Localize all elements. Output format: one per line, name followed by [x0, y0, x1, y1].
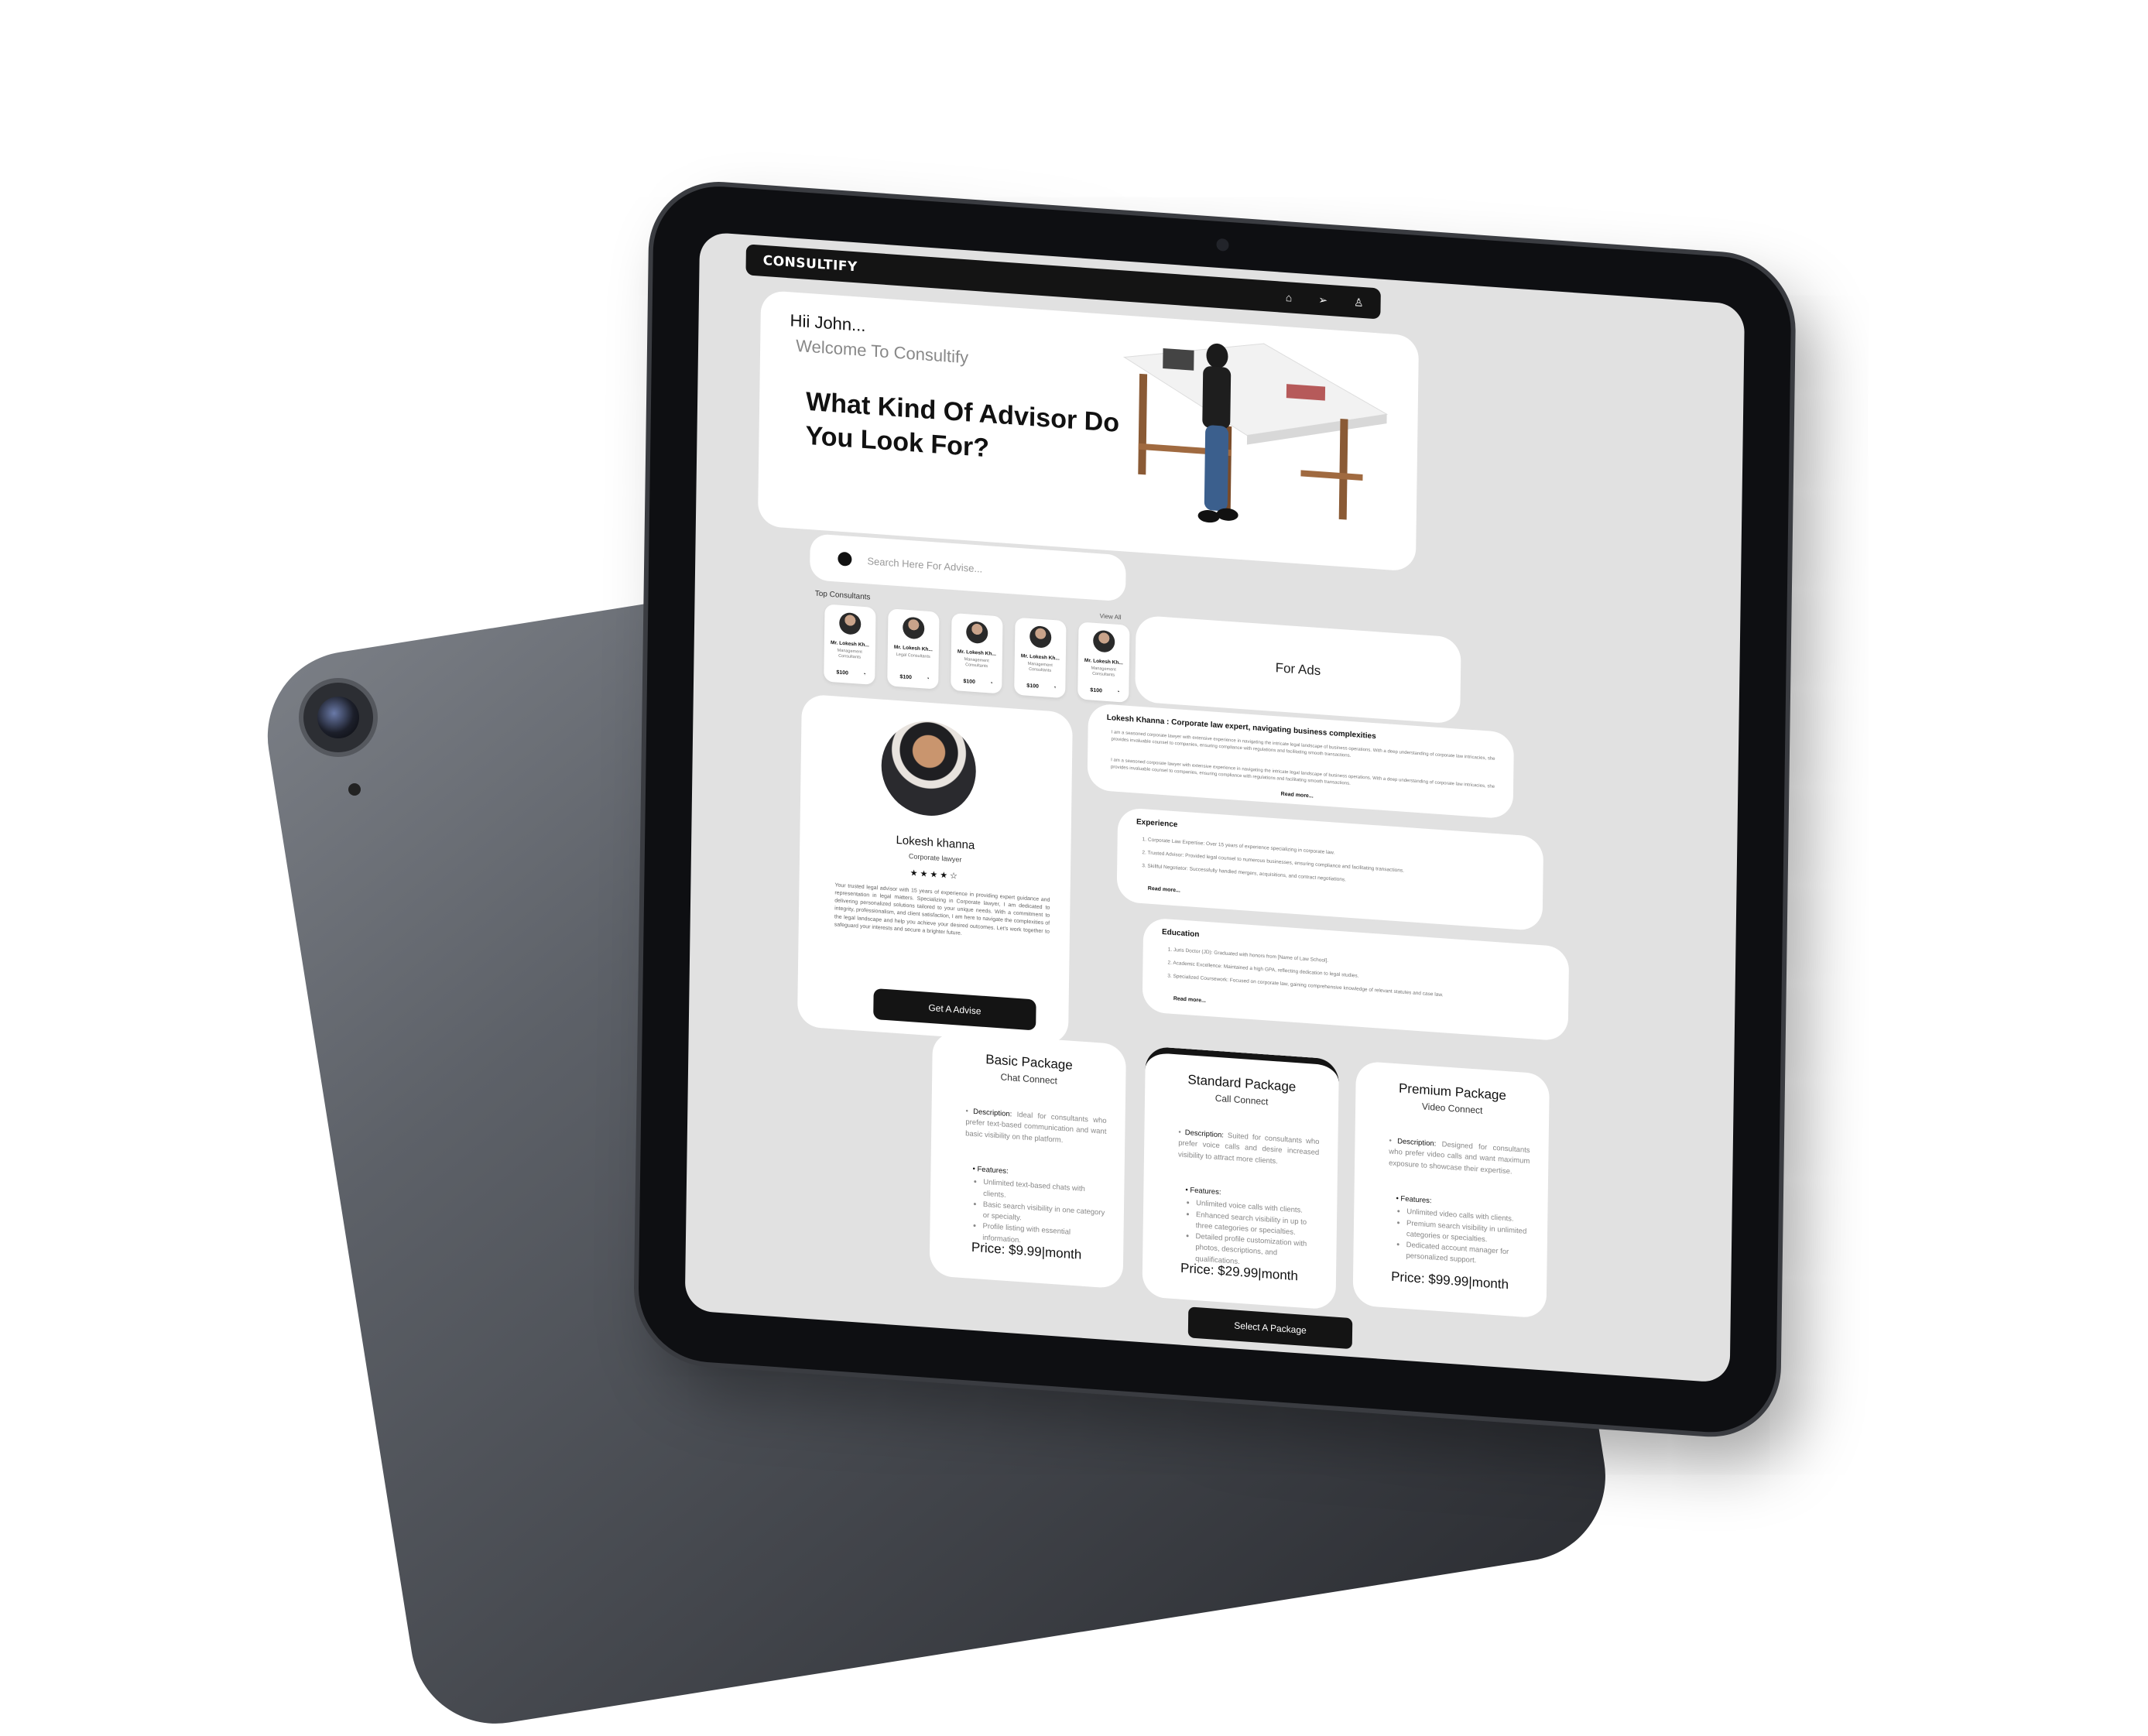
chat-icon[interactable]: ◔ — [862, 672, 865, 677]
consultant-role: Management Consultants — [1091, 666, 1116, 678]
consultant-card[interactable]: Mr. Lokesh Kh... Legal Consultants $100 … — [887, 608, 940, 690]
consultant-card[interactable]: Mr. Lokesh Kh... Management Consultants … — [824, 604, 876, 685]
basic-package-card[interactable]: Basic Package Chat Connect • Description… — [929, 1031, 1126, 1289]
features-label: Features: — [1400, 1194, 1432, 1206]
consultant-card[interactable]: Mr. Lokesh Kh... Management Consultants … — [951, 612, 1003, 694]
consultant-price: $100 — [963, 678, 975, 686]
ads-label: For Ads — [1275, 660, 1321, 679]
consultant-role: Management Consultants — [964, 657, 989, 669]
experience-card: Experience 1. Corporate Law Expertise: O… — [1116, 806, 1544, 932]
search-input[interactable]: Search Here For Advise... — [867, 555, 982, 574]
package-price: Price: $99.99|month — [1391, 1269, 1509, 1293]
consultant-role: Legal Consultants — [896, 652, 930, 659]
consultant-card[interactable]: Mr. Lokesh Kh... Management Consultants … — [1077, 621, 1130, 703]
top-consultants-list: Mr. Lokesh Kh... Management Consultants … — [824, 604, 1130, 703]
experience-heading: Experience — [1136, 817, 1178, 830]
education-heading: Education — [1161, 927, 1200, 940]
consultant-price: $100 — [899, 674, 912, 681]
avatar — [839, 611, 862, 635]
avatar — [903, 616, 925, 640]
ipad-front: CONSULTIFY ⌂ ➢ ♙ Hii John... Welcome To … — [637, 182, 1792, 1437]
search-icon — [838, 551, 852, 567]
description-label: Description: — [973, 1107, 1012, 1119]
ads-banner[interactable]: For Ads — [1135, 615, 1461, 724]
app-screen: CONSULTIFY ⌂ ➢ ♙ Hii John... Welcome To … — [684, 231, 1745, 1384]
nav-icons: ⌂ ➢ ♙ — [1286, 291, 1364, 310]
features-label: Features: — [1190, 1186, 1221, 1197]
experience-list: 1. Corporate Law Expertise: Over 15 year… — [1142, 834, 1528, 899]
send-icon[interactable]: ➢ — [1318, 293, 1328, 306]
package-features: • Features: Unlimited text-based chats w… — [971, 1164, 1107, 1252]
education-list: 1. Juris Doctor (JD): Graduated with hon… — [1167, 943, 1554, 1009]
avatar — [1093, 629, 1115, 653]
home-icon[interactable]: ⌂ — [1286, 291, 1293, 305]
profile-card: Lokesh khanna Corporate lawyer ★★★★☆ You… — [797, 693, 1073, 1046]
advisor-illustration — [1122, 343, 1389, 523]
premium-package-card[interactable]: Premium Package Video Connect • Descript… — [1352, 1060, 1550, 1319]
consultant-card[interactable]: Mr. Lokesh Kh... Management Consultants … — [1014, 617, 1067, 699]
front-camera — [1216, 238, 1229, 252]
avatar — [1029, 625, 1052, 649]
features-label: Features: — [977, 1165, 1009, 1176]
avatar — [966, 621, 988, 645]
package-features: • Features: Unlimited voice calls with c… — [1184, 1185, 1320, 1273]
top-consultants-label: Top Consultants — [814, 589, 871, 602]
package-features: • Features: Unlimited video calls with c… — [1395, 1193, 1530, 1271]
profile-avatar — [880, 717, 977, 820]
chat-icon[interactable]: ◔ — [989, 680, 992, 686]
package-description: • Description: Suited for consultants wh… — [1177, 1128, 1320, 1166]
consultant-price: $100 — [1026, 683, 1039, 690]
about-card: Lokesh Khanna : Corporate law expert, na… — [1087, 703, 1515, 820]
chat-icon[interactable]: ◔ — [1053, 685, 1056, 690]
hero-headline: What Kind Of Advisor Do You Look For? — [805, 386, 1120, 464]
education-card: Education 1. Juris Doctor (JD): Graduate… — [1142, 917, 1570, 1042]
description-label: Description: — [1397, 1137, 1437, 1149]
experience-read-more[interactable]: Read more... — [1148, 886, 1180, 894]
consultant-role: Management Consultants — [837, 648, 862, 660]
brand-logo[interactable]: CONSULTIFY — [763, 253, 858, 276]
consultant-role: Management Consultants — [1027, 661, 1053, 673]
consultant-price: $100 — [1090, 687, 1102, 694]
description-label: Description: — [1184, 1128, 1225, 1140]
rear-camera-lens — [317, 697, 359, 738]
chat-icon[interactable]: ◔ — [1116, 690, 1119, 695]
greeting-text: Hii John... — [790, 310, 866, 336]
about-read-more[interactable]: Read more... — [1281, 792, 1314, 800]
chat-icon[interactable]: ◔ — [926, 676, 929, 682]
rear-flash — [348, 783, 361, 796]
package-description: • Description: Designed for consultants … — [1389, 1136, 1530, 1176]
get-advise-button[interactable]: Get A Advise — [873, 988, 1036, 1031]
welcome-text: Welcome To Consultify — [796, 335, 969, 368]
standard-package-card[interactable]: Standard Package Call Connect • Descript… — [1142, 1046, 1339, 1310]
package-description: • Description: Ideal for consultants who… — [965, 1107, 1107, 1145]
hero-card: Hii John... Welcome To Consultify What K… — [757, 289, 1420, 572]
consultant-price: $100 — [836, 669, 848, 676]
user-icon[interactable]: ♙ — [1354, 296, 1364, 310]
select-package-button[interactable]: Select A Package — [1187, 1306, 1353, 1350]
view-all-link[interactable]: View All — [1100, 612, 1122, 621]
education-read-more[interactable]: Read more... — [1173, 996, 1206, 1004]
profile-bio: Your trusted legal advisor with 15 years… — [834, 882, 1050, 936]
